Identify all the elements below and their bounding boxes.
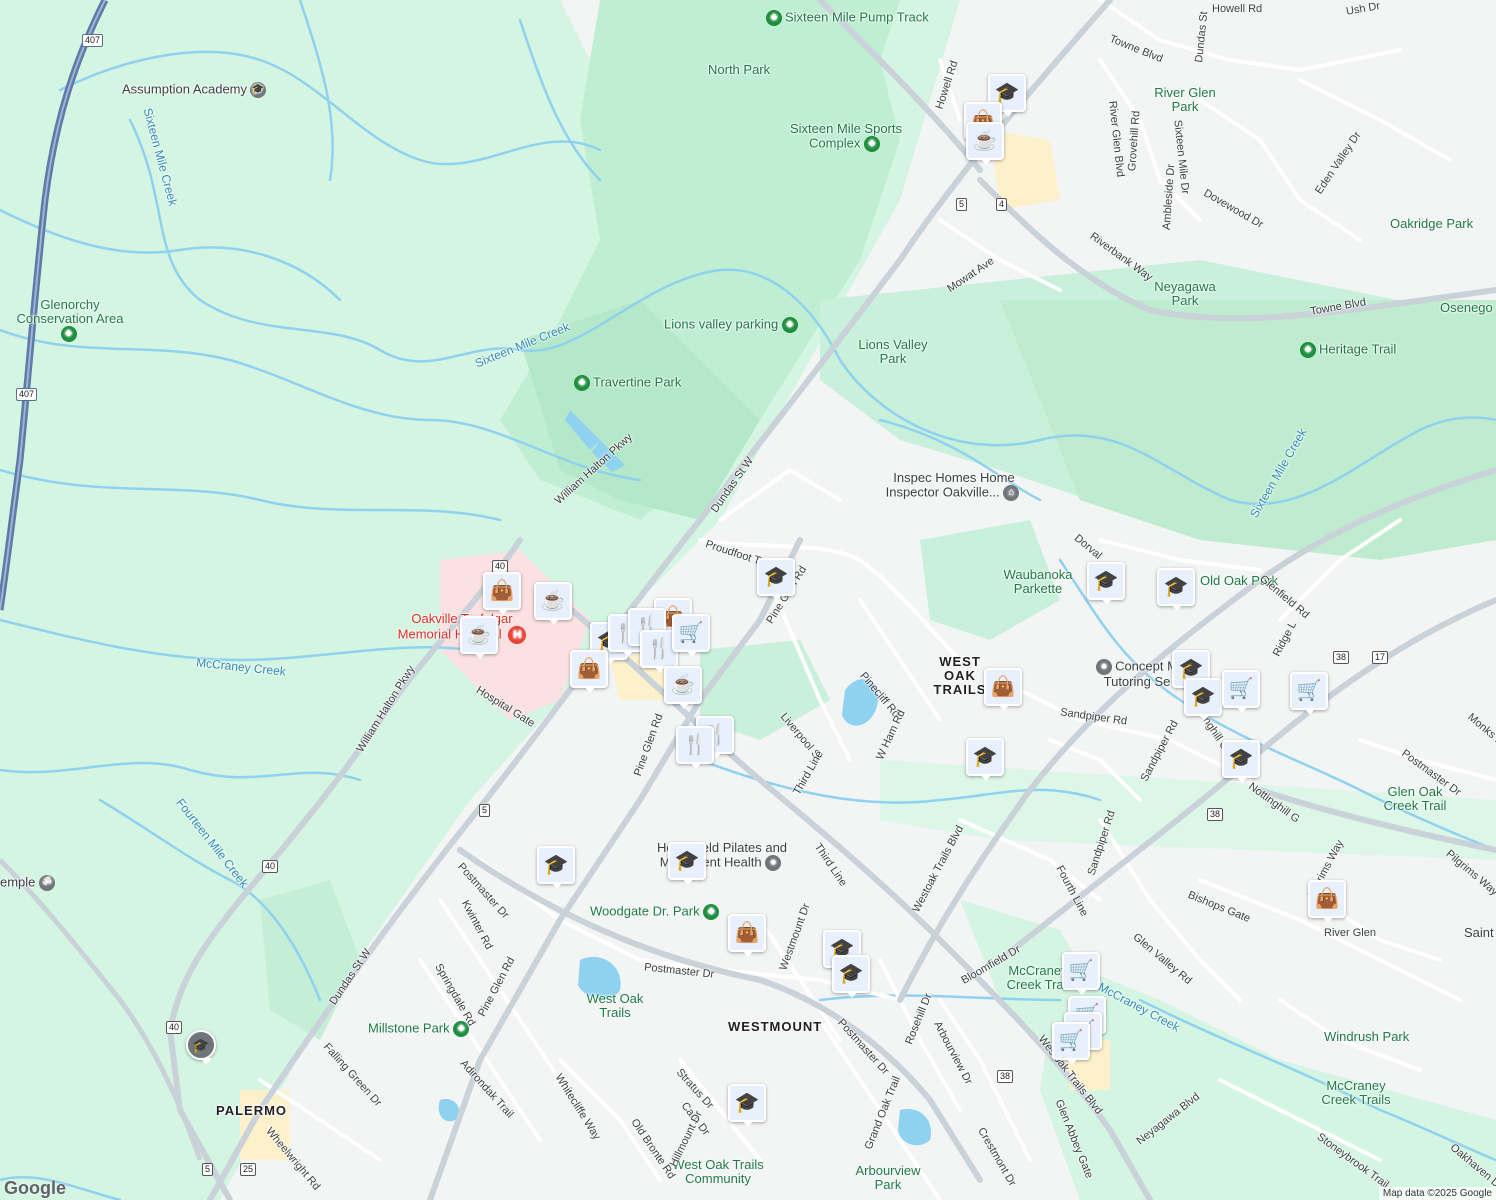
place-label: Arbourview Park	[855, 1163, 921, 1192]
place-label: Glen Oak Creek Trail	[1383, 784, 1447, 813]
shopping-cart-icon[interactable]: 🛒	[1062, 952, 1100, 995]
coffee-icon[interactable]: ☕	[534, 582, 572, 625]
park-icon: ♣	[60, 326, 77, 342]
place-label[interactable]: Inspec Homes Home Inspector Oakville... …	[874, 470, 1034, 501]
shopping-cart-icon[interactable]: 🛒	[1052, 1022, 1090, 1065]
coffee-icon[interactable]: ☕	[664, 666, 702, 709]
street-label: Howell Rd	[1212, 3, 1263, 15]
neighbourhood-label: WESTMOUNT	[728, 1019, 823, 1034]
route-shield: 40	[262, 860, 279, 873]
route-shield: 5	[956, 198, 968, 211]
school-icon[interactable]: 🎓	[1222, 740, 1260, 783]
route-shield: 17	[1372, 651, 1389, 664]
shopping-cart-icon[interactable]: 🛒	[1222, 670, 1260, 713]
place-label: Windrush Park	[1324, 1029, 1410, 1044]
map-attribution: Map data ©2025 Google	[1378, 1187, 1496, 1200]
coffee-icon[interactable]: ☕	[966, 122, 1004, 165]
place-label: Lions Valley Park	[858, 337, 928, 366]
google-logo: Google	[4, 1178, 66, 1198]
school-icon[interactable]: 🎓	[832, 955, 870, 998]
place-label: Oakridge Park	[1390, 216, 1474, 231]
shopping-bag-icon[interactable]: 👜	[570, 650, 608, 693]
route-shield: 407	[16, 388, 38, 401]
coffee-icon[interactable]: ☕	[460, 616, 498, 659]
shopping-bag-icon[interactable]: 👜	[984, 668, 1022, 711]
place-label[interactable]: Glenorchy Conservation Area ♣	[10, 298, 130, 342]
home-icon: ⌂	[1003, 485, 1020, 501]
place-label[interactable]: ♣ Travertine Park	[574, 375, 681, 391]
place-label: Osenego	[1440, 300, 1493, 315]
neighbourhood-label: WEST OAK TRAILS	[933, 654, 987, 697]
hospital-icon: H	[508, 626, 527, 644]
place-label: Waubanoka Parkette	[1003, 567, 1073, 596]
route-shield: 38	[1207, 808, 1224, 821]
place-label[interactable]: ♣ Heritage Trail	[1300, 342, 1396, 358]
park-icon: ♣	[1300, 342, 1316, 358]
place-label: McCraney Creek Trails	[1321, 1078, 1391, 1107]
route-shield: 5	[479, 804, 491, 817]
school-icon[interactable]: 🎓	[186, 1030, 216, 1065]
place-label[interactable]: Woodgate Dr. Park ♣	[590, 904, 722, 920]
place-label: Neyagawa Park	[1154, 279, 1216, 308]
park-icon: ♣	[703, 904, 720, 920]
shopping-cart-icon[interactable]: 🛒	[1290, 672, 1328, 715]
school-icon[interactable]: 🎓	[757, 558, 795, 601]
route-shield: 25	[240, 1163, 257, 1176]
school-icon[interactable]: 🎓	[728, 1084, 766, 1127]
place-label[interactable]: Assumption Academy 🎓	[122, 82, 269, 98]
route-shield: 38	[1333, 651, 1350, 664]
place-label[interactable]: Millstone Park ♣	[368, 1021, 472, 1037]
business-icon: ●	[765, 855, 782, 871]
school-icon[interactable]: 🎓	[1157, 568, 1195, 611]
place-label[interactable]: Sixteen Mile Sports Complex ♣	[786, 121, 906, 152]
restaurant-icon[interactable]: 🍴	[676, 726, 714, 769]
shopping-bag-icon[interactable]: 👜	[728, 914, 766, 957]
business-icon: ●	[1096, 659, 1113, 675]
place-label: River Glen Park	[1154, 85, 1216, 114]
park-icon: ♣	[863, 136, 880, 152]
shopping-cart-icon[interactable]: 🛒	[672, 614, 710, 657]
temple-icon: ॐ	[39, 875, 56, 891]
school-icon: 🎓	[250, 82, 267, 98]
route-shield: 4	[996, 198, 1008, 211]
route-shield: 5	[202, 1163, 214, 1176]
route-shield: 38	[997, 1070, 1014, 1083]
park-icon: ♣	[766, 10, 782, 26]
street-label: River Glen	[1324, 927, 1376, 939]
park-icon: ♣	[574, 375, 590, 391]
place-label: Saint	[1464, 925, 1494, 940]
place-label[interactable]: Hesterfield Pilates and Movement Health …	[632, 840, 812, 871]
place-label[interactable]: Lions valley parking ♣	[664, 317, 801, 333]
neighbourhood-label: PALERMO	[216, 1103, 288, 1118]
school-icon[interactable]: 🎓	[1087, 562, 1125, 605]
park-icon: ♣	[781, 317, 798, 333]
place-label[interactable]: ♣ Sixteen Mile Pump Track	[766, 10, 929, 26]
school-icon[interactable]: 🎓	[1184, 678, 1222, 721]
shopping-bag-icon[interactable]: 👜	[483, 572, 521, 615]
route-shield: 407	[82, 34, 104, 47]
school-icon[interactable]: 🎓	[668, 842, 706, 885]
school-icon[interactable]: 🎓	[966, 738, 1004, 781]
school-icon[interactable]: 🎓	[537, 846, 575, 889]
shopping-bag-icon[interactable]: 👜	[1308, 880, 1346, 923]
place-label: West Oak Trails Community	[672, 1157, 764, 1186]
route-shield: 40	[166, 1021, 183, 1034]
place-label: West Oak Trails	[586, 991, 644, 1020]
place-label: North Park	[708, 62, 771, 77]
place-label[interactable]: emple ॐ	[0, 875, 58, 891]
